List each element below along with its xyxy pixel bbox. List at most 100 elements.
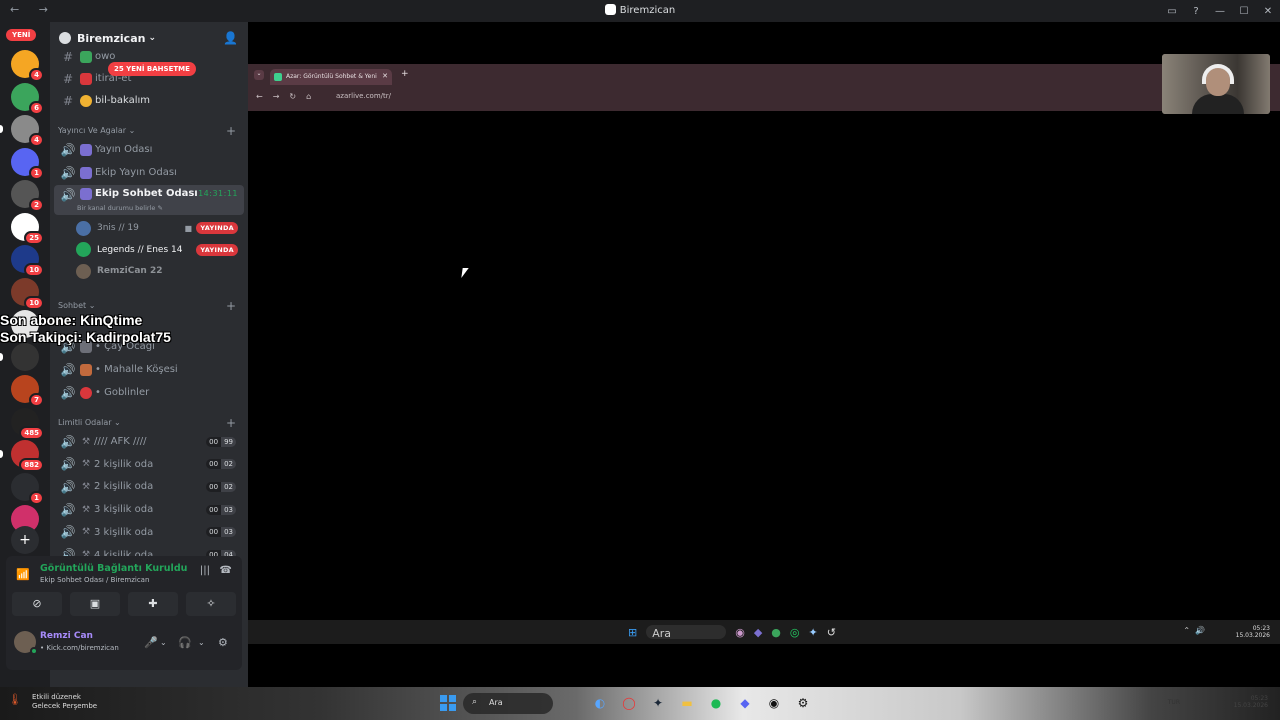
- address-bar[interactable]: azarlive.com/tr/: [336, 92, 391, 100]
- channel-emoji-icon: [80, 188, 92, 200]
- chrome-icon: ●: [771, 625, 781, 639]
- app-icon[interactable]: ◉: [764, 694, 784, 712]
- new-tab-icon[interactable]: +: [401, 69, 409, 79]
- headphones-icon[interactable]: 🎧: [178, 636, 192, 649]
- channel-goblinler[interactable]: 🔊 • Goblinler: [54, 382, 244, 403]
- limited-channel[interactable]: 🔊 ⚒ 3 kişilik oda 00 03: [54, 499, 244, 520]
- limited-channel[interactable]: 🔊 ⚒//// AFK //// 00 99: [54, 431, 244, 452]
- settings-gear-icon[interactable]: ⚙: [218, 636, 228, 649]
- browser-tab[interactable]: Azar: Görüntülü Sohbet & Yeni ✕: [270, 69, 392, 85]
- minimize-button[interactable]: —: [1208, 6, 1232, 17]
- voice-user[interactable]: RemziCan 22: [76, 262, 242, 280]
- inbox-icon[interactable]: ▭: [1160, 6, 1184, 17]
- limited-channel[interactable]: 🔊 ⚒ 2 kişilik oda 00 02: [54, 476, 244, 497]
- server-icon[interactable]: 4: [11, 115, 44, 147]
- opera-icon[interactable]: ◯: [619, 694, 639, 712]
- mention-badge: 10: [24, 263, 44, 277]
- server-icon[interactable]: 10: [11, 277, 44, 310]
- maximize-button[interactable]: ☐: [1232, 6, 1256, 17]
- noise-suppression-icon[interactable]: |||: [200, 565, 210, 576]
- close-tab-icon[interactable]: ✕: [382, 72, 388, 80]
- category-yayinci[interactable]: Yayıncı Ve Agalar ⌄ +: [58, 124, 240, 138]
- mention-badge: 4: [29, 133, 44, 147]
- channel-label: 2 kişilik oda: [94, 481, 154, 493]
- channel-label: //// AFK ////: [94, 436, 147, 447]
- server-icon[interactable]: 25: [11, 212, 44, 245]
- obs-icon[interactable]: ⚙: [793, 694, 813, 712]
- activities-button[interactable]: ✚: [128, 592, 178, 616]
- help-icon[interactable]: ?: [1184, 6, 1208, 17]
- server-icon[interactable]: 1: [11, 147, 44, 180]
- discord-icon[interactable]: ◆: [735, 694, 755, 712]
- server-icon[interactable]: 485: [11, 407, 44, 440]
- disconnect-icon[interactable]: ☎: [220, 565, 232, 576]
- channel-status[interactable]: Bir kanal durumu belirle ✎: [77, 204, 163, 212]
- voice-connected-title[interactable]: Görüntülü Bağlantı Kuruldu: [40, 563, 187, 574]
- chevron-down-icon[interactable]: ⌄: [198, 638, 205, 647]
- server-icon[interactable]: [11, 342, 39, 371]
- thermometer-icon: 🌡: [8, 693, 22, 706]
- channel-label: 3 kişilik oda: [94, 526, 154, 538]
- user-limit: 00 02: [206, 459, 236, 470]
- server-icon[interactable]: 1: [11, 472, 44, 505]
- speaker-icon: 🔊: [60, 362, 76, 377]
- file-explorer-icon[interactable]: ▬: [677, 694, 697, 712]
- microphone-icon[interactable]: 🎤: [144, 636, 158, 649]
- live-badge[interactable]: YAYINDA: [196, 243, 238, 256]
- live-badge[interactable]: YAYINDA: [196, 222, 238, 234]
- add-server-button[interactable]: +: [11, 526, 39, 554]
- stream-view[interactable]: ⌄ Azar: Görüntülü Sohbet & Yeni ✕ + ←→↻⌂ …: [248, 22, 1280, 687]
- username[interactable]: Remzi Can: [40, 631, 93, 641]
- camera-off-button[interactable]: ⊘: [12, 592, 62, 616]
- server-icon[interactable]: 882: [11, 440, 44, 472]
- limited-channel[interactable]: 🔊 ⚒ 2 kişilik oda 00 02: [54, 454, 244, 475]
- server-icon[interactable]: 6: [11, 82, 44, 115]
- user-limit: 00 03: [206, 504, 236, 515]
- chevron-down-icon[interactable]: ⌄: [160, 638, 167, 647]
- voice-user[interactable]: Legends // Enes 14 YAYINDA: [76, 241, 242, 259]
- signal-icon[interactable]: 📶: [16, 568, 30, 581]
- channel-bil-bakalim[interactable]: # bil-bakalım: [54, 90, 244, 111]
- settings-app-icon[interactable]: ◐: [590, 694, 610, 712]
- language-indicator[interactable]: TUR: [1168, 699, 1180, 706]
- invite-icon[interactable]: 👤: [223, 31, 238, 45]
- channel-label: • Goblinler: [95, 387, 150, 398]
- add-channel-icon[interactable]: +: [226, 416, 236, 430]
- channel-ekip-yayin-odasi[interactable]: 🔊 Ekip Yayın Odası: [54, 162, 244, 183]
- channel-emoji-icon: [80, 50, 92, 63]
- voice-user-name: Legends // Enes 14: [97, 244, 183, 255]
- close-button[interactable]: ✕: [1256, 6, 1280, 17]
- server-icon[interactable]: 4: [11, 50, 44, 82]
- voice-connected-subtitle[interactable]: Ekip Sohbet Odası / Biremzican: [40, 576, 149, 584]
- tab-search-icon[interactable]: ⌄: [254, 70, 264, 80]
- weather-widget[interactable]: 🌡 Etkili düzenek Gelecek Perşembe: [8, 693, 97, 711]
- taskbar-clock[interactable]: 05:23 15.03.2026: [1234, 695, 1268, 709]
- windows-start-icon[interactable]: [440, 695, 456, 711]
- channel-mahalle-kosesi[interactable]: 🔊 • Mahalle Köşesi: [54, 359, 244, 380]
- browser-nav-icons[interactable]: ←→↻⌂: [256, 92, 321, 101]
- server-icon[interactable]: 10: [11, 245, 44, 277]
- hammer-icon: ⚒: [81, 459, 91, 470]
- add-channel-icon[interactable]: +: [226, 124, 236, 138]
- channel-yayin-odasi[interactable]: 🔊 Yayın Odası: [54, 139, 244, 160]
- add-channel-icon[interactable]: +: [226, 299, 236, 313]
- soundboard-button[interactable]: ✧: [186, 592, 236, 616]
- spotify-icon[interactable]: ●: [706, 694, 726, 712]
- mention-badge: 7: [29, 393, 44, 407]
- new-mentions-pill[interactable]: 25 YENİ BAHSETME: [108, 62, 196, 76]
- steam-icon[interactable]: ✦: [648, 694, 668, 712]
- channel-label: Yayın Odası: [95, 144, 153, 155]
- taskbar-search[interactable]: ⌕ Ara: [463, 693, 553, 714]
- mention-badge: 2: [29, 198, 44, 212]
- hash-icon: #: [62, 71, 74, 86]
- voice-user[interactable]: 3nis // 19 ■ YAYINDA: [76, 219, 242, 237]
- category-limitli[interactable]: Limitli Odalar ⌄ +: [58, 416, 240, 430]
- limited-channel[interactable]: 🔊 ⚒ 3 kişilik oda 00 03: [54, 522, 244, 543]
- screen-share-button[interactable]: ▣: [70, 592, 120, 616]
- server-icon[interactable]: 7: [11, 375, 44, 407]
- windows-start-icon: ⊞: [628, 625, 638, 639]
- mention-badge: 25: [24, 230, 44, 245]
- category-sohbet[interactable]: Sohbet ⌄ +: [58, 299, 240, 313]
- server-icon[interactable]: 2: [11, 180, 44, 212]
- channel-emoji-icon: [80, 386, 92, 399]
